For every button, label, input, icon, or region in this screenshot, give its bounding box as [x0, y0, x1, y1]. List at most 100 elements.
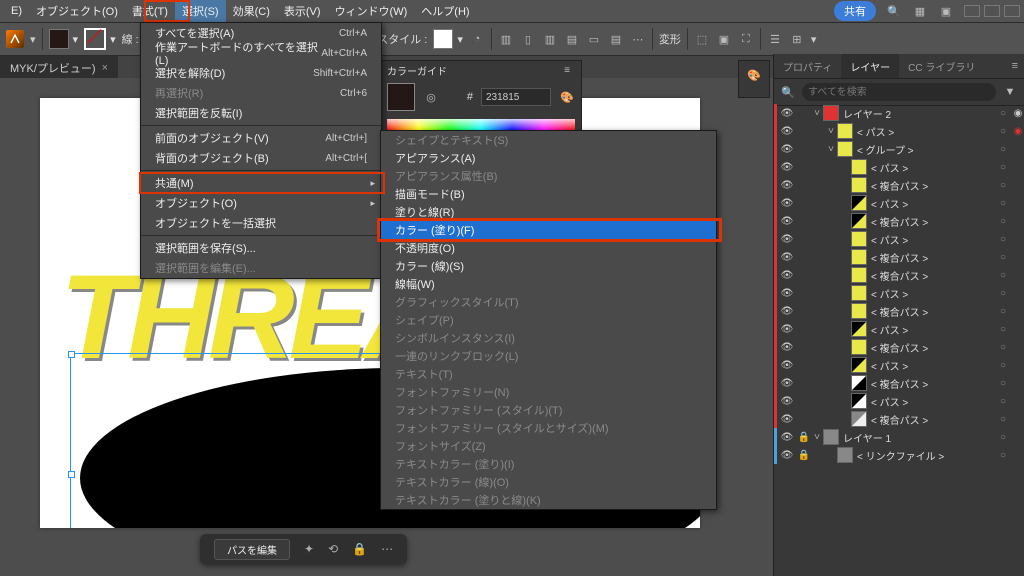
lock-icon[interactable]: 🔒 [797, 432, 811, 443]
maximize-button[interactable] [984, 5, 1000, 17]
target-icon[interactable]: ○ [994, 162, 1012, 173]
visibility-icon[interactable]: 👁 [777, 162, 797, 173]
twirl-icon[interactable]: ˅ [811, 108, 823, 119]
share-button[interactable]: 共有 [834, 1, 876, 21]
swatches-icon[interactable]: 🎨 [746, 67, 762, 83]
menu-dropdown-item[interactable]: 前面のオブジェクト(V)Alt+Ctrl+] [141, 128, 381, 148]
visibility-icon[interactable]: 👁 [777, 396, 797, 407]
submenu-item[interactable]: 描画モード(B) [381, 185, 716, 203]
layer-row[interactable]: 👁< 複合パス >○ [774, 302, 1024, 320]
target-icon[interactable]: ○ [994, 180, 1012, 191]
visibility-icon[interactable]: 👁 [777, 414, 797, 425]
sample-swatch[interactable] [387, 83, 415, 111]
tab-properties[interactable]: プロパティ [774, 54, 841, 78]
submenu-item[interactable]: テキストカラー (塗り)(I) [381, 455, 716, 473]
edit-path-button[interactable]: パスを編集 [214, 539, 290, 560]
submenu-item[interactable]: フォントファミリー (スタイルとサイズ)(M) [381, 419, 716, 437]
visibility-icon[interactable]: 👁 [777, 450, 797, 461]
menu-dropdown-item[interactable]: 背面のオブジェクト(B)Alt+Ctrl+[ [141, 148, 381, 168]
lock-icon[interactable]: 🔒 [352, 542, 367, 556]
lock-icon[interactable]: 🔒 [797, 450, 811, 461]
layer-row[interactable]: 👁< 複合パス >○ [774, 374, 1024, 392]
workspace-icon[interactable]: ▣ [938, 3, 954, 19]
align-icon[interactable]: ▥ [542, 31, 558, 47]
target-icon[interactable]: ○ [994, 126, 1012, 137]
target-icon[interactable]: ○ [994, 414, 1012, 425]
visibility-icon[interactable]: 👁 [777, 144, 797, 155]
arrange-icon[interactable]: ✦ [304, 542, 314, 556]
visibility-icon[interactable]: 👁 [777, 360, 797, 371]
target-icon[interactable]: ○ [994, 252, 1012, 263]
style-swatch[interactable]: ▾ [433, 29, 463, 49]
submenu-item[interactable]: テキストカラー (塗りと線)(K) [381, 491, 716, 509]
select-indicator[interactable]: ◉ [1012, 108, 1024, 119]
crop-icon[interactable]: ⛶ [738, 31, 754, 47]
panel-menu-icon[interactable]: ≡ [1012, 54, 1024, 78]
visibility-icon[interactable]: 👁 [777, 126, 797, 137]
panel-menu-icon[interactable]: ≡ [559, 62, 575, 78]
menu-item[interactable]: ヘルプ(H) [414, 0, 476, 22]
visibility-icon[interactable]: 👁 [777, 108, 797, 119]
hex-input[interactable]: 231815 [481, 88, 551, 106]
target-icon[interactable]: ○ [994, 216, 1012, 227]
menu-dropdown-item[interactable]: 選択範囲を編集(E)... [141, 258, 381, 278]
target-icon[interactable]: ○ [994, 432, 1012, 443]
visibility-icon[interactable]: 👁 [777, 432, 797, 443]
submenu-item[interactable]: アピアランス(A) [381, 149, 716, 167]
submenu-item[interactable]: 不透明度(O) [381, 239, 716, 257]
target-icon[interactable]: ○ [994, 378, 1012, 389]
filter-icon[interactable]: ▼ [1002, 84, 1018, 100]
visibility-icon[interactable]: 👁 [777, 216, 797, 227]
submenu-item[interactable]: 一連のリンクブロック(L) [381, 347, 716, 365]
layer-row[interactable]: 👁˅< パス >○◉ [774, 122, 1024, 140]
visibility-icon[interactable]: 👁 [777, 342, 797, 353]
submenu-item[interactable]: フォントファミリー(N) [381, 383, 716, 401]
twirl-icon[interactable]: ˅ [825, 126, 837, 137]
isolate-icon[interactable]: ⬚ [694, 31, 710, 47]
menu-item-select[interactable]: 選択(S) [175, 0, 226, 22]
menu-item[interactable]: 書式(T) [125, 0, 175, 22]
menu-item[interactable]: 効果(C) [226, 0, 277, 22]
layer-row[interactable]: 👁< パス >○ [774, 284, 1024, 302]
submenu-item[interactable]: カラー (塗り)(F) [381, 221, 716, 239]
minimize-button[interactable] [964, 5, 980, 17]
visibility-icon[interactable]: 👁 [777, 198, 797, 209]
menu-item[interactable]: E) [4, 0, 29, 22]
align-icon[interactable]: ▤ [608, 31, 624, 47]
menu-dropdown-item[interactable]: 再選択(R)Ctrl+6 [141, 83, 381, 103]
close-tab-icon[interactable]: × [102, 62, 108, 74]
layer-row[interactable]: 👁< 複合パス >○ [774, 176, 1024, 194]
layer-row[interactable]: 👁< パス >○ [774, 194, 1024, 212]
align-more-icon[interactable]: ⋯ [630, 31, 646, 47]
tab-layers[interactable]: レイヤー [841, 54, 899, 78]
visibility-icon[interactable]: 👁 [777, 306, 797, 317]
layer-row[interactable]: 👁< 複合パス >○ [774, 248, 1024, 266]
fill-swatch[interactable]: ▾ [49, 29, 79, 49]
visibility-icon[interactable]: 👁 [777, 324, 797, 335]
target-icon[interactable]: ○ [994, 144, 1012, 155]
target-icon[interactable]: ○ [994, 288, 1012, 299]
target-icon[interactable]: ○ [994, 270, 1012, 281]
color-wheel-icon[interactable]: ◎ [423, 89, 439, 105]
target-icon[interactable]: ○ [994, 450, 1012, 461]
target-icon[interactable]: ○ [994, 306, 1012, 317]
menu-dropdown-item[interactable]: オブジェクトを一括選択 [141, 213, 381, 233]
pref-icon[interactable]: ☰ [767, 31, 783, 47]
menu-dropdown-item[interactable]: 選択範囲を保存(S)... [141, 238, 381, 258]
menu-item[interactable]: オブジェクト(O) [29, 0, 125, 22]
visibility-icon[interactable]: 👁 [777, 252, 797, 263]
visibility-icon[interactable]: 👁 [777, 234, 797, 245]
target-icon[interactable]: ○ [994, 396, 1012, 407]
layer-row[interactable]: 👁˅< グループ >○ [774, 140, 1024, 158]
more-icon[interactable]: ⋯ [381, 542, 393, 556]
align-icon[interactable]: ▤ [564, 31, 580, 47]
submenu-item[interactable]: フォントファミリー (スタイル)(T) [381, 401, 716, 419]
target-icon[interactable]: ○ [994, 108, 1012, 119]
submenu-item[interactable]: アピアランス属性(B) [381, 167, 716, 185]
menu-dropdown-item[interactable]: 選択範囲を反転(I) [141, 103, 381, 123]
submenu-item[interactable]: テキストカラー (線)(O) [381, 473, 716, 491]
arrange-icon[interactable]: ▦ [912, 3, 928, 19]
layer-row[interactable]: 👁< 複合パス >○ [774, 266, 1024, 284]
align-icon[interactable]: ▭ [586, 31, 602, 47]
twirl-icon[interactable]: ˅ [811, 432, 823, 443]
